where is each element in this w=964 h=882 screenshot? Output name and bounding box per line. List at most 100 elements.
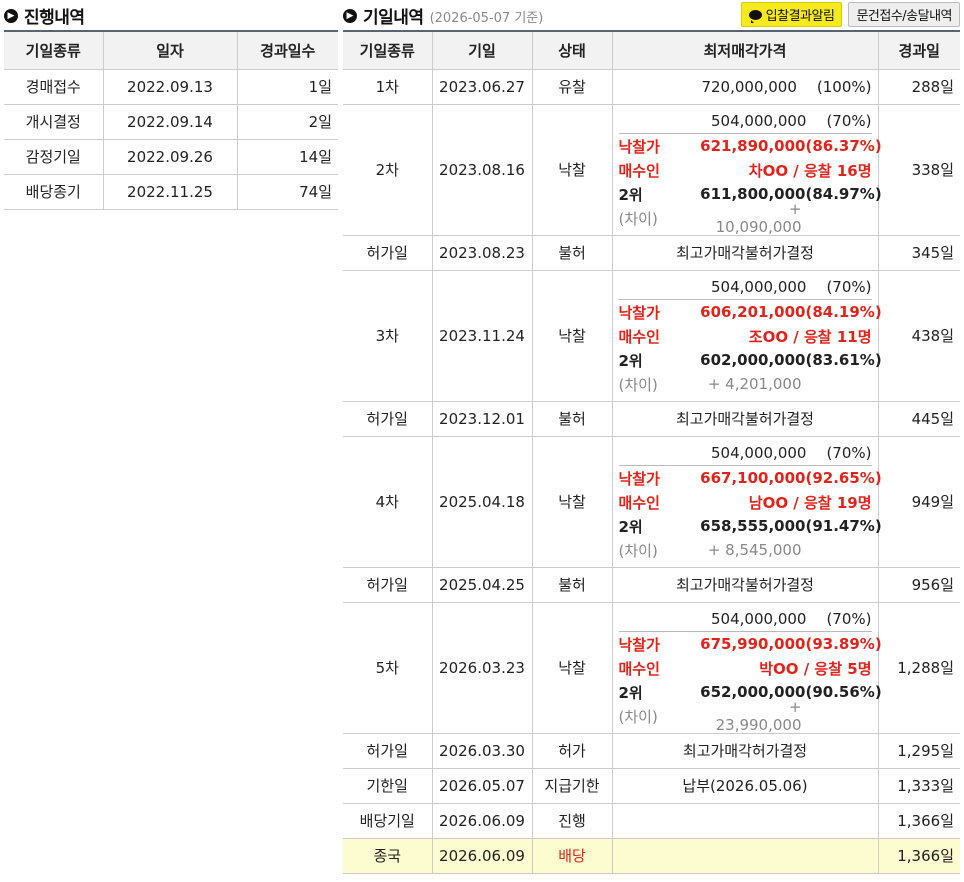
buyer-info: 차OO / 응찰 16명 (748, 161, 872, 180)
row-type: 4차 (343, 436, 433, 568)
row-date: 2026.03.30 (432, 733, 533, 769)
row-date: 2026.05.07 (432, 768, 533, 804)
second-bid-label: 2위 (618, 683, 643, 702)
bid-diff-label: (차이) (618, 707, 658, 726)
row-status: 지급기한 (532, 768, 613, 804)
col-header-min-price: 최저매각가격 (612, 30, 879, 70)
bid-diff-value: + 23,990,000 (715, 698, 802, 734)
table-row: 4차 2025.04.18 낙찰 504,000,000 (70%) 낙찰가 667,100… (343, 436, 960, 568)
buyer-line: 매수인 박OO / 응찰 5명 (619, 656, 872, 680)
row-status: 낙찰 (532, 104, 613, 236)
row-status: 낙찰 (532, 602, 613, 734)
bid-diff-value: + 4,201,000 (707, 375, 802, 393)
min-price-value: 504,000,000 (711, 112, 807, 130)
bid-result-notify-button[interactable]: 입찰결과알림 (740, 2, 843, 27)
min-price-line: 720,000,000 (100%) (619, 75, 872, 99)
min-price-line: 504,000,000 (70%) (619, 109, 871, 133)
row-type: 배당기일 (343, 803, 433, 839)
result-text (612, 803, 879, 839)
row-type: 종국 (343, 838, 433, 874)
min-price-percent: (70%) (826, 278, 872, 296)
row-date: 2022.09.13 (103, 69, 238, 105)
row-status: 불허 (532, 401, 613, 437)
min-price-line: 504,000,000 (70%) (619, 607, 871, 631)
buyer-info: 남OO / 응찰 19명 (748, 493, 872, 512)
bid-result-notify-label: 입찰결과알림 (765, 9, 835, 24)
col-header-days: 경과일 (878, 30, 960, 70)
table-row: 3차 2023.11.24 낙찰 504,000,000 (70%) 낙찰가 606,201… (343, 270, 960, 402)
table-header-row: 기일종류 일자 경과일수 (4, 30, 338, 70)
col-header-status: 상태 (532, 30, 613, 70)
buyer-label: 매수인 (618, 659, 660, 678)
buyer-line: 매수인 조OO / 응찰 11명 (619, 324, 872, 348)
winning-bid-percent: (92.65%) (805, 469, 882, 487)
bid-diff-line: (차이) + 8,545,000 (619, 538, 872, 562)
bid-result-block: 낙찰가 621,890,000 (86.37%) 매수인 차OO / 응찰 16명 2위 6… (618, 133, 882, 236)
progress-history-panel: ▶ 진행내역 기일종류 일자 경과일수 경매접수 2022.09.13 1일 개시결정… (4, 0, 338, 210)
row-days: 2일 (237, 104, 338, 140)
min-price-percent: (100%) (816, 77, 872, 96)
bid-diff-line: (차이) + 4,201,000 (619, 372, 872, 396)
bid-result-block: 낙찰가 606,201,000 (84.19%) 매수인 조OO / 응찰 11명 2위 6… (618, 299, 882, 396)
winning-bid-line: 낙찰가 621,890,000 (86.37%) (618, 134, 882, 158)
row-type: 기한일 (343, 768, 433, 804)
row-status: 허가 (532, 733, 613, 769)
col-header-days: 경과일수 (237, 30, 338, 70)
bid-diff-line: (차이) + 10,090,000 (619, 200, 872, 236)
row-days: 956일 (878, 567, 960, 603)
auction-dates-header: ▶ 기일내역 (2026-05-07 기준) 입찰결과알림 문건접수/송달내역 (343, 0, 960, 30)
min-price-cell: 504,000,000 (70%) 낙찰가 606,201,000 (84.19%) 매수… (612, 270, 882, 402)
header-button-group: 입찰결과알림 문건접수/송달내역 (740, 2, 960, 27)
bid-result-block: 낙찰가 675,990,000 (93.89%) 매수인 박OO / 응찰 5명 2위 65… (618, 631, 882, 734)
min-price-cell: 504,000,000 (70%) 낙찰가 621,890,000 (86.37%) 매수… (612, 104, 882, 236)
winning-bid-percent: (93.89%) (805, 635, 882, 653)
row-type: 허가일 (343, 733, 433, 769)
bid-result-block: 낙찰가 667,100,000 (92.65%) 매수인 남OO / 응찰 19명 2위 6… (618, 465, 882, 562)
winning-bid-price: 606,201,000 (700, 303, 806, 321)
row-days: 345일 (878, 235, 960, 271)
min-price-cell: 504,000,000 (70%) 낙찰가 667,100,000 (92.65%) 매수… (612, 436, 882, 568)
row-type: 배당종기 (4, 174, 104, 210)
table-row: 허가일 2023.12.01 불허 최고가매각불허가결정 445일 (343, 401, 960, 437)
progress-history-header: ▶ 진행내역 (4, 0, 338, 30)
buyer-label: 매수인 (618, 493, 660, 512)
documents-delivery-button[interactable]: 문건접수/송달내역 (848, 2, 960, 27)
row-status: 배당 (532, 838, 613, 874)
chevron-right-circle-icon: ▶ (4, 8, 18, 23)
min-price-percent: (70%) (826, 444, 872, 462)
table-row: 5차 2026.03.23 낙찰 504,000,000 (70%) 낙찰가 675,990… (343, 602, 960, 734)
winning-bid-label: 낙찰가 (618, 635, 660, 654)
min-price-value: 504,000,000 (711, 610, 807, 628)
row-days: 1,295일 (878, 733, 960, 769)
table-row: 허가일 2025.04.25 불허 최고가매각불허가결정 956일 (343, 567, 960, 603)
second-bid-label: 2위 (618, 351, 643, 370)
row-status: 진행 (532, 803, 613, 839)
winning-bid-price: 621,890,000 (700, 137, 806, 155)
second-bid-label: 2위 (618, 185, 643, 204)
winning-bid-line: 낙찰가 675,990,000 (93.89%) (618, 632, 882, 656)
row-type: 감정기일 (4, 139, 104, 175)
row-date: 2023.08.16 (432, 104, 533, 236)
chevron-right-circle-icon: ▶ (343, 8, 357, 23)
winning-bid-label: 낙찰가 (618, 137, 660, 156)
row-days: 1,333일 (878, 768, 960, 804)
winning-bid-label: 낙찰가 (618, 303, 660, 322)
row-days: 1,288일 (878, 602, 960, 734)
min-price-value: 504,000,000 (711, 444, 807, 462)
buyer-line: 매수인 차OO / 응찰 16명 (619, 158, 872, 182)
row-days: 74일 (237, 174, 338, 210)
buyer-label: 매수인 (618, 161, 660, 180)
row-type: 허가일 (343, 235, 433, 271)
row-date: 2025.04.18 (432, 436, 533, 568)
second-bid-percent: (83.61%) (805, 351, 882, 369)
row-date: 2022.09.14 (103, 104, 238, 140)
min-price-line: 504,000,000 (70%) (619, 441, 872, 465)
result-text: 최고가매각불허가결정 (612, 235, 879, 271)
row-days: 14일 (237, 139, 338, 175)
bid-diff-value: + 10,090,000 (715, 200, 802, 236)
row-date: 2023.11.24 (432, 270, 533, 402)
row-type: 2차 (343, 104, 433, 236)
min-price-value: 720,000,000 (701, 77, 797, 96)
second-bid-price: 602,000,000 (700, 351, 806, 369)
row-date: 2026.03.23 (432, 602, 533, 734)
